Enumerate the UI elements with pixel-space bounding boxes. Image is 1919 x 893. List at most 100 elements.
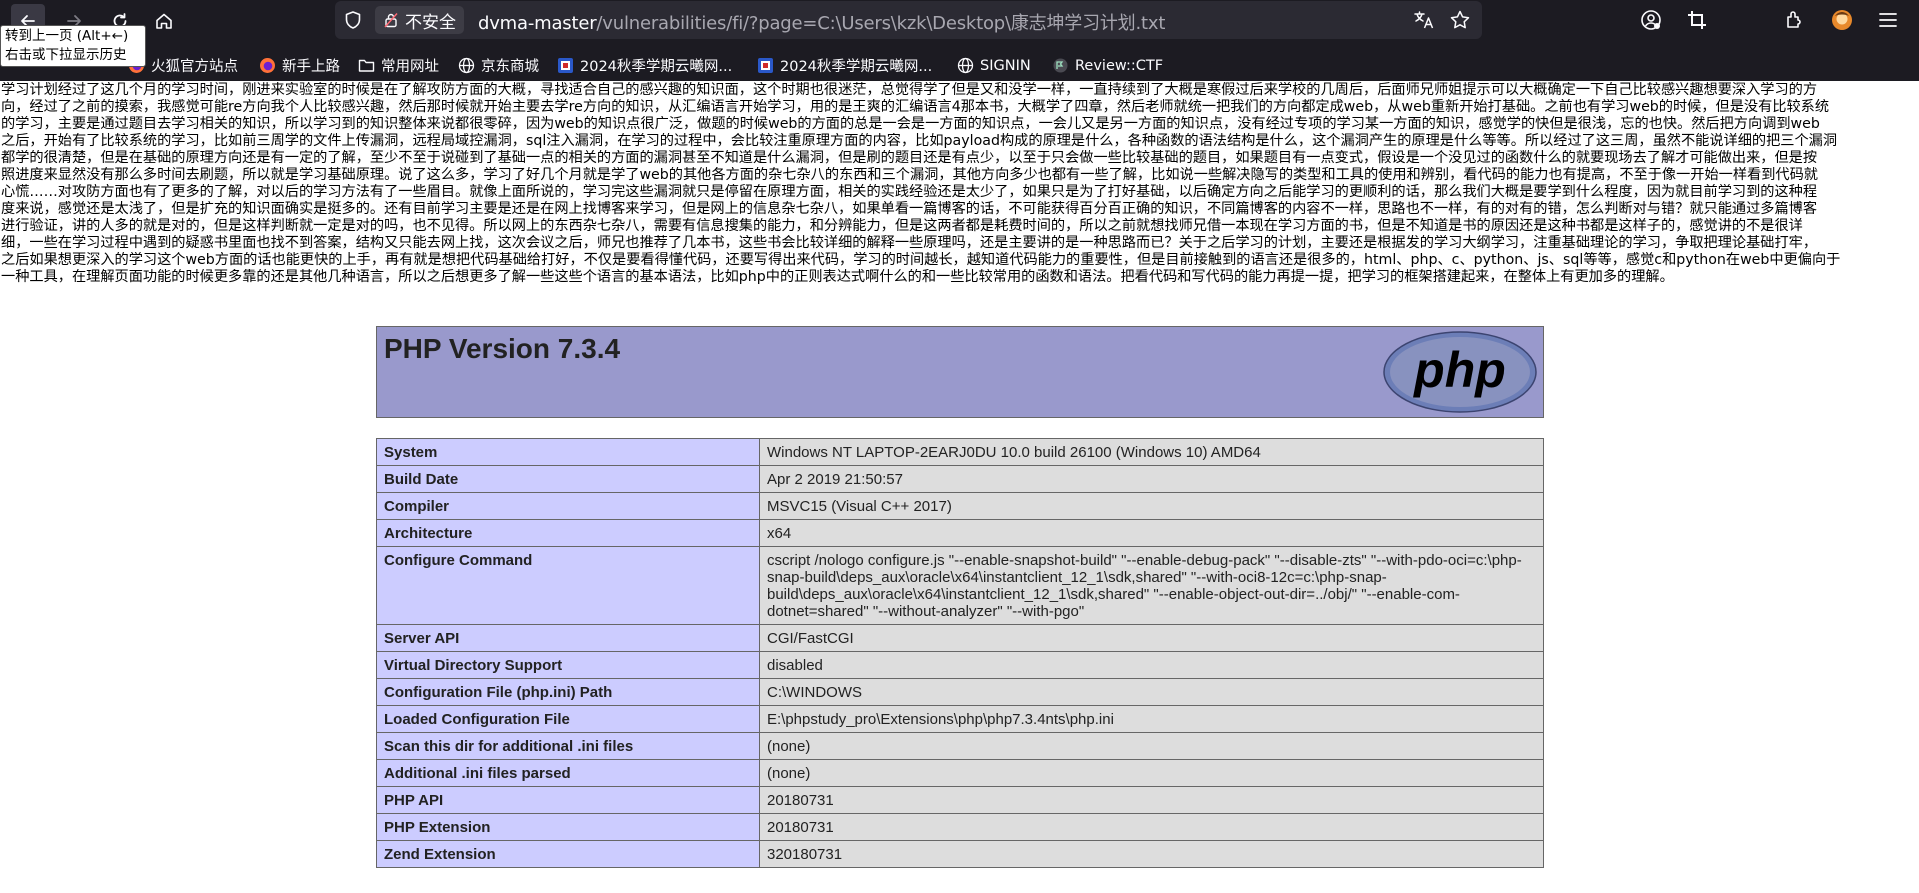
php-logo-icon: php	[1383, 331, 1537, 413]
essay-line: 度来说，感觉还是太浅了，但是扩充的知识面确实是挺多的。还有目前学习主要是还是在网…	[1, 201, 1818, 217]
address-bar[interactable]: 不安全 dvma-master/vulnerabilities/fi/?page…	[335, 1, 1482, 39]
globe-icon	[957, 57, 974, 74]
tooltip-line: 右击或下拉显示历史	[5, 47, 127, 63]
bookmark-label: 2024秋季学期云曦网...	[780, 59, 933, 75]
row-key: PHP API	[376, 786, 760, 814]
row-key: Configure Command	[376, 546, 760, 625]
essay-line: 心慌……对攻防方面也有了更多的了解，对以后的学习方法有了一些眉目。就像上面所说的…	[1, 184, 1818, 200]
row-value: (none)	[759, 759, 1544, 787]
row-key: Compiler	[376, 492, 760, 520]
row-value: C:\WINDOWS	[759, 678, 1544, 706]
table-row: Build Date Apr 2 2019 21:50:57	[376, 465, 1544, 493]
essay-line: 之后如果想更深入的学习这个web方面的话也能更快的上手，再有就是想把代码基础给打…	[1, 252, 1841, 268]
firefox-icon	[260, 58, 275, 73]
phpinfo: PHP Version 7.3.4 php System Windows NT L…	[376, 326, 1544, 868]
row-key: Loaded Configuration File	[376, 705, 760, 733]
table-row: System Windows NT LAPTOP-2EARJ0DU 10.0 bu…	[376, 438, 1544, 466]
bookmark-item[interactable]: SIGNIN	[957, 50, 1031, 81]
menu-icon[interactable]	[1876, 8, 1900, 32]
broken-lock-icon	[384, 13, 398, 28]
translate-icon[interactable]	[1413, 9, 1435, 31]
url-path: /vulnerabilities/fi/?page=C:\Users\kzk\D…	[596, 13, 1166, 34]
essay-line: 学习计划经过了这几个月的学习时间，刚进来实验室的时候是在了解攻防方面的大概，寻找…	[1, 82, 1818, 98]
row-value: 20180731	[759, 786, 1544, 814]
row-key: System	[376, 438, 760, 466]
row-value: E:\phpstudy_pro\Extensions\php\php7.3.4n…	[759, 705, 1544, 733]
bookmark-label: 火狐官方站点	[151, 59, 238, 75]
essay-line: 一种工具，在理解页面功能的时候更多靠的还是其他几种语言，所以之后想更多了解一些这…	[1, 269, 1674, 285]
table-row: Compiler MSVC15 (Visual C++ 2017)	[376, 492, 1544, 520]
crop-icon[interactable]	[1685, 8, 1709, 32]
table-row: Configuration File (php.ini) Path C:\WIND…	[376, 678, 1544, 706]
bookmark-item[interactable]: 2024秋季学期云曦网...	[557, 50, 732, 81]
row-key: Build Date	[376, 465, 760, 493]
bookmark-label: SIGNIN	[980, 57, 1031, 74]
bookmark-star-icon[interactable]	[1449, 9, 1471, 31]
home-icon	[156, 13, 172, 29]
globe-icon	[458, 57, 475, 74]
home-button[interactable]	[147, 4, 181, 38]
row-value: Windows NT LAPTOP-2EARJ0DU 10.0 build 26…	[759, 438, 1544, 466]
shield-icon[interactable]	[343, 10, 363, 30]
tooltip-line: 转到上一页 (Alt+←)	[5, 28, 129, 44]
bookmark-item[interactable]: 京东商城	[458, 50, 539, 81]
row-key: Additional .ini files parsed	[376, 759, 760, 787]
site-icon	[758, 58, 773, 73]
table-row: Configure Command cscript /nologo configu…	[376, 546, 1544, 625]
row-key: Virtual Directory Support	[376, 651, 760, 679]
bookmark-item[interactable]: 2024秋季学期云曦网...	[757, 50, 932, 81]
row-value: 20180731	[759, 813, 1544, 841]
extensions-icon[interactable]	[1783, 8, 1807, 32]
row-value: MSVC15 (Visual C++ 2017)	[759, 492, 1544, 520]
bookmark-label: Review::CTF	[1075, 57, 1164, 74]
row-key: PHP Extension	[376, 813, 760, 841]
browser-toolbar: 转到上一页 (Alt+←) 右击或下拉显示历史 不安全 dvma-master/…	[0, 0, 1919, 81]
bookmark-label: 新手上路	[282, 59, 340, 75]
bookmark-label: 京东商城	[481, 59, 539, 75]
row-key: Zend Extension	[376, 840, 760, 868]
not-secure-label: 不安全	[405, 12, 456, 33]
bookmark-item[interactable]: Review::CTF	[1052, 50, 1163, 81]
row-key: Architecture	[376, 519, 760, 547]
url-host: dvma-master	[478, 13, 597, 34]
phpinfo-table: System Windows NT LAPTOP-2EARJ0DU 10.0 bu…	[376, 438, 1544, 868]
table-row: Loaded Configuration File E:\phpstudy_pro…	[376, 705, 1544, 733]
row-value: x64	[759, 519, 1544, 547]
bookmark-label: 2024秋季学期云曦网...	[580, 59, 733, 75]
table-row: Architecture x64	[376, 519, 1544, 547]
row-value: Apr 2 2019 21:50:57	[759, 465, 1544, 493]
table-row: Zend Extension 320180731	[376, 840, 1544, 868]
essay-line: 的学习，主要是通过题目去学习相关的知识，所以学习到的知识整体来说都很零碎，因为w…	[1, 116, 1820, 132]
essay-line: 进行验证，讲的人多的就是对的，但是这样判断就一定是对的吗，也不见得。所以网上的东…	[1, 218, 1803, 234]
bookmark-folder[interactable]: 常用网址	[358, 50, 439, 81]
table-row: Server API CGI/FastCGI	[376, 624, 1544, 652]
bookmark-label: 常用网址	[381, 59, 439, 75]
ctf-icon	[1053, 58, 1068, 73]
row-value: disabled	[759, 651, 1544, 679]
value-line: cscript /nologo configure.js "--enable-s…	[767, 552, 1522, 569]
essay-line: 细，一些在学习过程中遇到的疑惑书里面也找不到答案，结构又只能去网上找，这次会议之…	[1, 235, 1818, 251]
folder-icon	[358, 59, 375, 72]
row-key: Scan this dir for additional .ini files	[376, 732, 760, 760]
row-key: Server API	[376, 624, 760, 652]
back-tooltip: 转到上一页 (Alt+←) 右击或下拉显示历史	[0, 25, 146, 67]
table-row: Scan this dir for additional .ini files(…	[376, 732, 1544, 760]
table-row: Additional .ini files parsed (none)	[376, 759, 1544, 787]
value-line: build\deps_aux\oracle\x64\instantclient_…	[767, 586, 1460, 603]
bookmark-item[interactable]: 新手上路	[259, 50, 340, 81]
row-value: cscript /nologo configure.js "--enable-s…	[759, 546, 1544, 625]
bookmarks-toolbar: 火狐官方站点 新手上路 常用网址 京东商城 2024秋季学期云曦网... 202…	[0, 50, 1919, 81]
url-text[interactable]: dvma-master/vulnerabilities/fi/?page=C:\…	[478, 9, 1165, 35]
included-file-text: 学习计划经过了这几个月的学习时间，刚进来实验室的时候是在了解攻防方面的大概，寻找…	[1, 82, 1919, 286]
row-key: Configuration File (php.ini) Path	[376, 678, 760, 706]
value-line: snap-build\deps_aux\oracle\x64\instantcl…	[767, 569, 1387, 586]
site-icon	[558, 58, 573, 73]
table-row: PHP API 20180731	[376, 786, 1544, 814]
essay-line: 照进度来显然没有那么多时间去刷题，所以就是学习基础原理。说了这么多，学习了好几个…	[1, 167, 1818, 183]
php-logo-text: php	[1412, 342, 1506, 398]
extension-avatar-icon[interactable]	[1830, 8, 1854, 32]
account-icon[interactable]	[1639, 8, 1663, 32]
table-row: PHP Extension 20180731	[376, 813, 1544, 841]
not-secure-indicator[interactable]: 不安全	[375, 6, 464, 34]
essay-line: 都学的很清楚，但是在基础的原理方向还是有一定的了解，至少不至于说碰到了基础一点的…	[1, 150, 1818, 166]
